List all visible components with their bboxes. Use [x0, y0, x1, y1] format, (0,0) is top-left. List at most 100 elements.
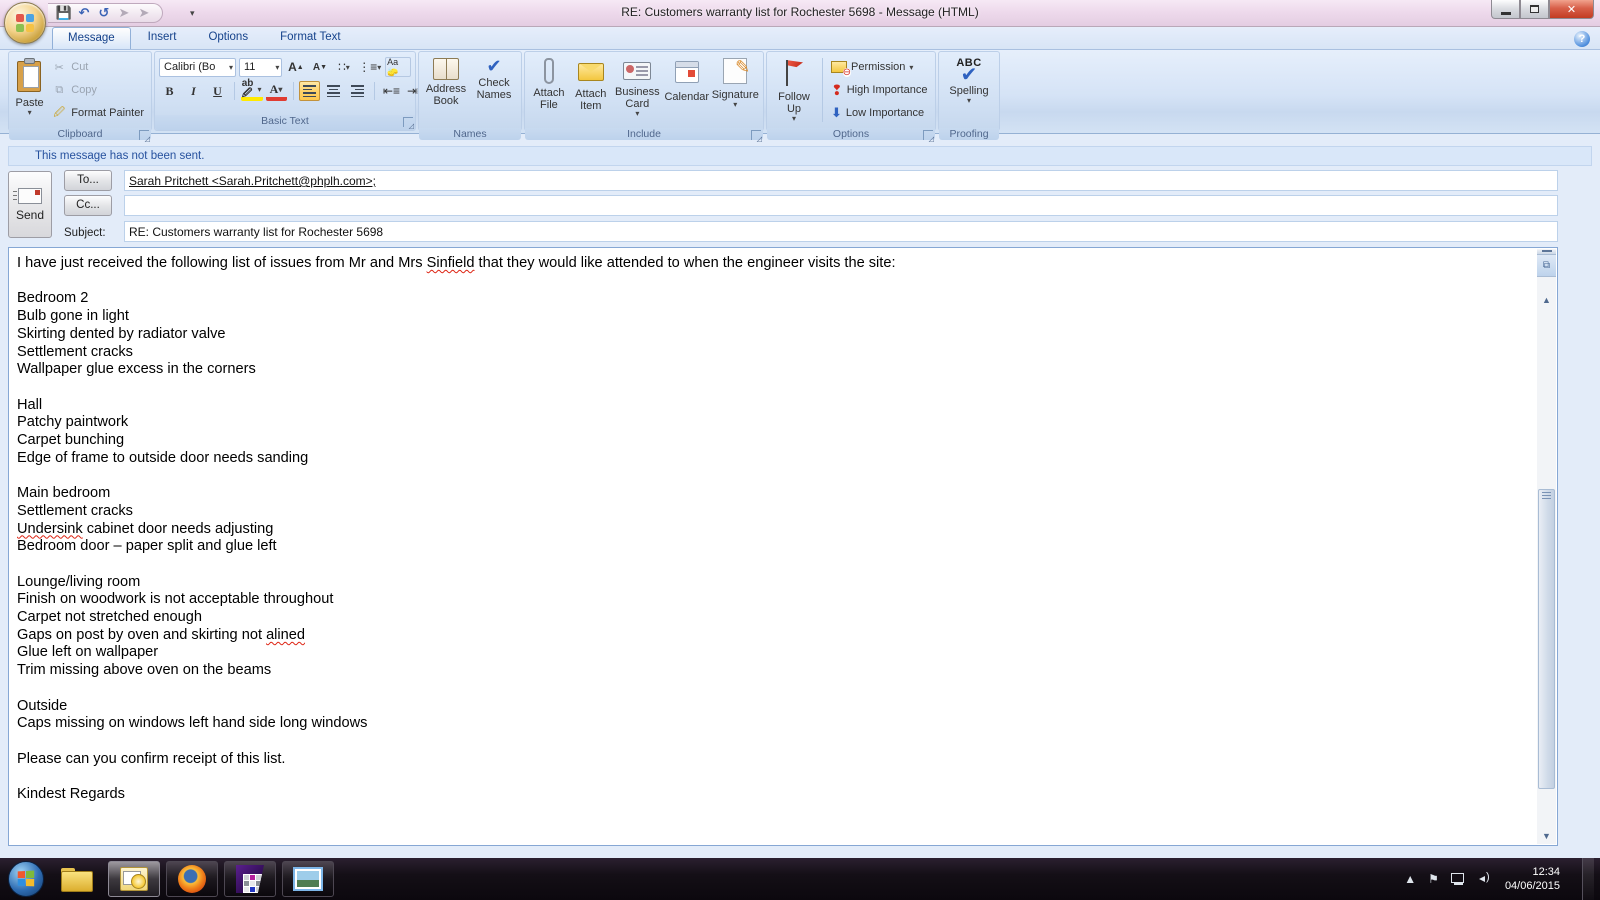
format-painter-button[interactable]: 🖉Format Painter — [48, 103, 147, 123]
firefox-icon — [178, 865, 206, 893]
group-label-names: Names — [419, 128, 521, 140]
infobar-text: This message has not been sent. — [35, 150, 204, 162]
follow-up-flag-icon — [783, 58, 805, 88]
business-card-icon — [623, 62, 651, 80]
spelling-button[interactable]: ABC✔ Spelling▾ — [943, 54, 995, 126]
signature-icon — [723, 58, 747, 84]
check-names-button[interactable]: ✔ Check Names — [471, 54, 517, 126]
low-importance-icon: ⬇ — [831, 105, 842, 121]
taskbar: ▲ ⚑ 12:34 04/06/2015 — [0, 858, 1600, 900]
business-card-button[interactable]: Business Card▾ — [613, 54, 662, 126]
group-options: Follow Up▾ Permission▾ ❢High Importance … — [766, 51, 936, 131]
highlight-button[interactable]: ab🖉▾ — [241, 81, 263, 101]
window-title: RE: Customers warranty list for Rocheste… — [0, 5, 1600, 19]
ruler-toggle-button[interactable]: ⧉ — [1537, 255, 1556, 277]
copy-button[interactable]: ⧉Copy — [48, 80, 147, 100]
bold-button[interactable]: B — [159, 81, 180, 101]
show-desktop-button[interactable] — [1582, 858, 1594, 900]
message-body[interactable]: I have just received the following list … — [8, 247, 1558, 846]
outlook-icon — [120, 867, 148, 891]
signature-button[interactable]: Signature▾ — [712, 54, 759, 126]
send-envelope-icon — [18, 188, 42, 204]
cut-button[interactable]: ✂Cut — [48, 57, 147, 77]
taskbar-firefox-button[interactable] — [166, 861, 218, 897]
help-icon[interactable]: ? — [1574, 31, 1590, 47]
bullets-icon[interactable]: ∷▾ — [333, 57, 354, 77]
cc-field[interactable] — [124, 195, 1558, 216]
clock[interactable]: 12:34 04/06/2015 — [1505, 865, 1570, 893]
clock-time: 12:34 — [1505, 865, 1560, 879]
spelling-abc-icon: ABC✔ — [956, 58, 981, 82]
vertical-scrollbar[interactable]: ⧉ ▲ ▼ — [1537, 249, 1556, 844]
calendar-button[interactable]: Calendar — [664, 54, 710, 126]
infobar: This message has not been sent. — [8, 146, 1592, 166]
tab-insert[interactable]: Insert — [133, 27, 192, 49]
options-dialog-launcher[interactable] — [923, 130, 933, 140]
tab-format-text[interactable]: Format Text — [265, 27, 356, 49]
font-size-combo[interactable]: 11▾ — [239, 58, 282, 77]
align-right-button[interactable] — [347, 81, 368, 101]
start-button[interactable] — [8, 861, 44, 897]
to-field[interactable]: Sarah Pritchett <Sarah.Pritchett@phplh.c… — [124, 170, 1558, 191]
attach-item-icon — [578, 63, 604, 81]
decrease-indent-icon[interactable]: ⇤≡ — [381, 81, 402, 101]
office-button[interactable] — [4, 2, 46, 44]
hidden-icons-arrow[interactable]: ▲ — [1404, 872, 1416, 886]
align-left-button[interactable] — [299, 81, 320, 101]
message-body-text[interactable]: I have just received the following list … — [17, 255, 1527, 841]
taskbar-grid-app-button[interactable] — [224, 861, 276, 897]
paste-button[interactable]: Paste▾ — [13, 54, 46, 126]
group-label-proofing: Proofing — [939, 128, 999, 140]
action-center-flag-icon[interactable]: ⚑ — [1428, 872, 1439, 886]
taskbar-explorer-button[interactable] — [50, 861, 102, 897]
taskbar-photo-app-button[interactable] — [282, 861, 334, 897]
font-color-button[interactable]: A▾ — [266, 81, 287, 101]
group-label-include: Include — [525, 128, 763, 140]
close-button[interactable]: ✕ — [1549, 0, 1594, 19]
minimize-button[interactable] — [1491, 0, 1520, 19]
italic-button[interactable]: I — [183, 81, 204, 101]
attach-file-button[interactable]: Attach File — [529, 54, 569, 126]
to-recipient[interactable]: Sarah Pritchett <Sarah.Pritchett@phplh.c… — [129, 174, 376, 188]
high-importance-button[interactable]: ❢High Importance — [828, 80, 930, 100]
follow-up-button[interactable]: Follow Up▾ — [771, 54, 817, 126]
tab-message[interactable]: Message — [52, 27, 131, 49]
tab-options[interactable]: Options — [193, 27, 263, 49]
include-dialog-launcher[interactable] — [751, 130, 761, 140]
system-tray: ▲ ⚑ 12:34 04/06/2015 — [1404, 858, 1600, 900]
scroll-down-arrow[interactable]: ▼ — [1537, 827, 1556, 844]
volume-icon[interactable] — [1479, 873, 1493, 885]
clipboard-dialog-launcher[interactable] — [139, 130, 149, 140]
taskbar-outlook-button[interactable] — [108, 861, 160, 897]
photo-app-icon — [293, 867, 323, 891]
align-right-icon — [351, 83, 364, 99]
network-icon[interactable] — [1451, 873, 1467, 885]
grid-app-icon — [236, 865, 264, 893]
shrink-font-icon[interactable]: A▼ — [309, 57, 330, 77]
scroll-up-arrow[interactable]: ▲ — [1537, 291, 1556, 308]
clear-formatting-icon[interactable]: Aa🧽 — [385, 57, 411, 77]
numbering-icon[interactable]: ⋮≡▾ — [357, 57, 382, 77]
send-button[interactable]: Send — [8, 171, 52, 238]
subject-field[interactable]: RE: Customers warranty list for Rocheste… — [124, 221, 1558, 242]
permission-icon — [831, 61, 847, 73]
attach-item-button[interactable]: Attach Item — [571, 54, 611, 126]
paperclip-icon — [544, 58, 554, 84]
restore-button[interactable] — [1520, 0, 1549, 19]
ribbon: Paste▾ ✂Cut ⧉Copy 🖉Format Painter Clipbo… — [0, 50, 1600, 134]
low-importance-button[interactable]: ⬇Low Importance — [828, 103, 930, 123]
permission-button[interactable]: Permission▾ — [828, 57, 930, 77]
cc-button[interactable]: Cc... — [64, 195, 112, 216]
underline-button[interactable]: U — [207, 81, 228, 101]
to-button[interactable]: To... — [64, 170, 112, 191]
basic-text-dialog-launcher[interactable] — [403, 117, 413, 127]
scrollbar-thumb[interactable] — [1538, 489, 1555, 789]
grow-font-icon[interactable]: A▲ — [285, 57, 306, 77]
scissors-icon: ✂ — [51, 59, 67, 75]
align-center-button[interactable] — [323, 81, 344, 101]
group-basic-text: Calibri (Bo▾ 11▾ A▲ A▼ ∷▾ ⋮≡▾ Aa🧽 B I U … — [154, 51, 416, 131]
address-book-button[interactable]: Address Book — [423, 54, 469, 126]
clock-date: 04/06/2015 — [1505, 879, 1560, 893]
align-left-icon — [303, 83, 316, 99]
font-name-combo[interactable]: Calibri (Bo▾ — [159, 58, 236, 77]
